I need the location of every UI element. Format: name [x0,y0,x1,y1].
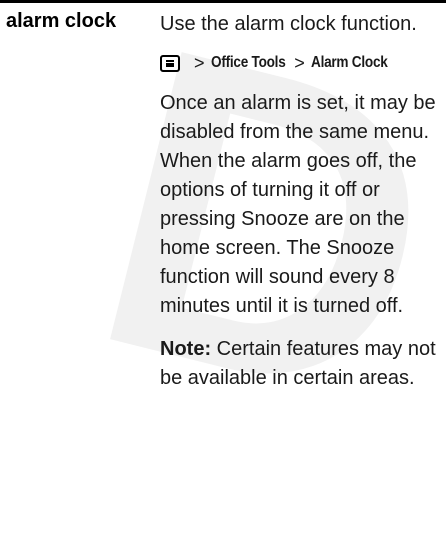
menu-path: > Office Tools > Alarm Clock [160,51,442,75]
path-separator: > [294,53,305,73]
top-rule [0,0,446,3]
menu-item-alarm-clock: Alarm Clock [310,54,388,71]
entry-description: Use the alarm clock function. > Office T… [160,10,442,393]
note-label: Note: [160,338,212,360]
path-separator: > [194,53,205,73]
note: Note: Certain features may not be availa… [160,335,442,393]
entry-intro: Use the alarm clock function. [160,13,417,35]
entry-body: Once an alarm is set, it may be disabled… [160,92,436,317]
entry-term: alarm clock [6,10,117,32]
menu-key-icon [160,54,180,72]
menu-item-office-tools: Office Tools [210,54,286,71]
